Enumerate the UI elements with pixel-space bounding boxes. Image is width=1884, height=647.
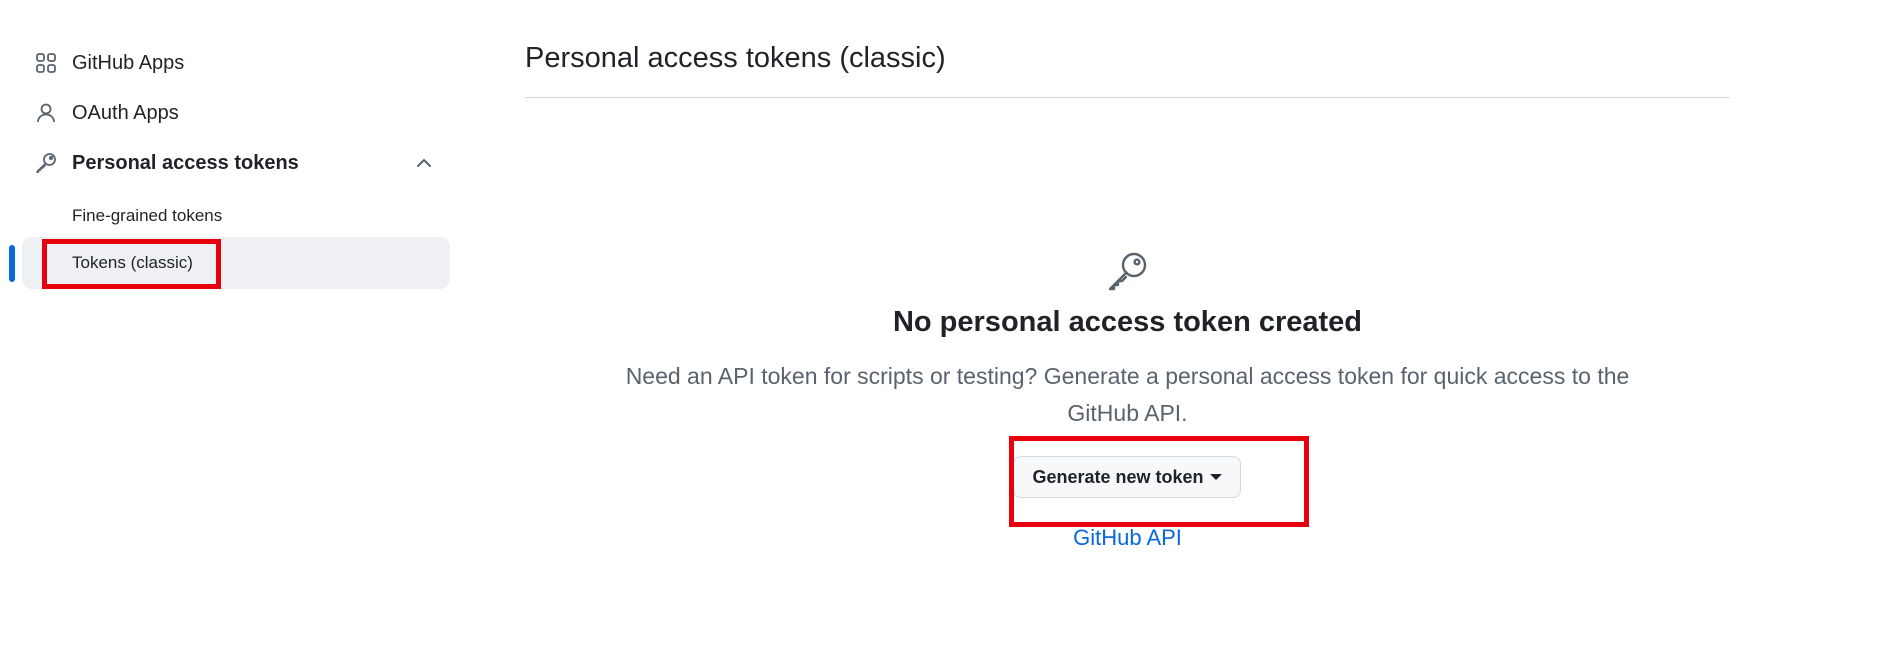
key-icon <box>1104 247 1152 295</box>
page-title: Personal access tokens (classic) <box>525 42 946 74</box>
blankslate-heading: No personal access token created <box>892 306 1363 338</box>
github-api-link[interactable]: GitHub API <box>525 525 1730 551</box>
sidebar-subitem-tokens-classic[interactable]: Tokens (classic) <box>72 245 193 281</box>
sidebar: GitHub Apps OAuth Apps Personal access t… <box>0 0 460 647</box>
generate-new-token-label: Generate new token <box>1032 466 1204 487</box>
generate-new-token-button[interactable]: Generate new token <box>1013 456 1241 498</box>
blankslate-description: Need an API token for scripts or testing… <box>575 358 1680 432</box>
sidebar-subitem-label: Tokens (classic) <box>72 253 193 272</box>
sidebar-item-github-apps[interactable]: GitHub Apps <box>34 43 184 83</box>
sidebar-subitem-label: Fine-grained tokens <box>72 206 223 225</box>
sidebar-subitem-fine-grained-tokens[interactable]: Fine-grained tokens <box>72 198 222 234</box>
title-divider <box>525 97 1730 98</box>
sidebar-item-label: Personal access tokens <box>72 151 299 174</box>
apps-grid-icon <box>34 51 58 75</box>
sidebar-item-label: OAuth Apps <box>72 101 179 124</box>
chevron-up-icon[interactable] <box>412 151 436 175</box>
page: GitHub Apps OAuth Apps Personal access t… <box>0 0 1884 647</box>
blankslate-description-line: Need an API token for scripts or testing… <box>625 363 1630 389</box>
person-icon <box>34 101 58 125</box>
sidebar-item-personal-access-tokens[interactable]: Personal access tokens <box>34 143 299 183</box>
caret-down-icon <box>1209 474 1222 480</box>
active-indicator <box>9 245 15 282</box>
sidebar-item-oauth-apps[interactable]: OAuth Apps <box>34 93 179 133</box>
blankslate-description-line: GitHub API. <box>1067 400 1188 426</box>
sidebar-item-label: GitHub Apps <box>72 51 185 74</box>
key-icon <box>34 151 58 175</box>
